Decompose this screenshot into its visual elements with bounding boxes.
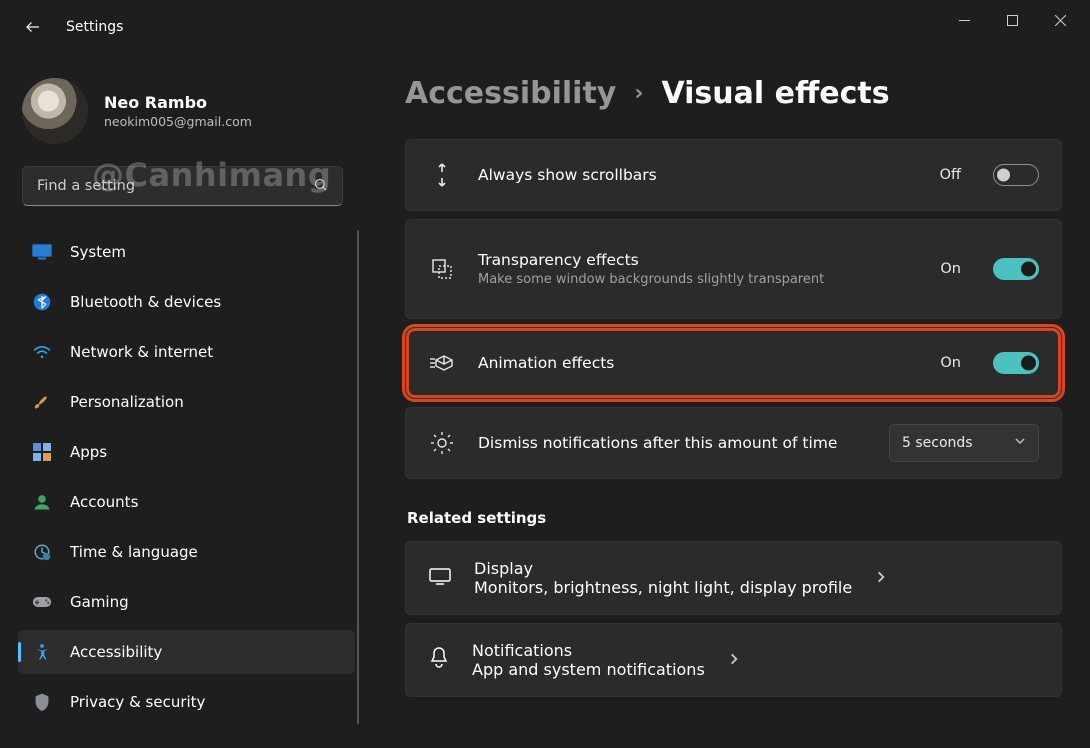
setting-animation: Animation effects On — [405, 327, 1062, 399]
sidebar-item-label: Personalization — [70, 393, 184, 411]
sidebar: Neo Rambo neokim005@gmail.com @Canhimang… — [0, 60, 365, 748]
sidebar-item-label: Apps — [70, 443, 107, 461]
related-display[interactable]: Display Monitors, brightness, night ligh… — [405, 541, 1062, 615]
search-icon — [313, 177, 328, 196]
sidebar-item-label: Privacy & security — [70, 693, 205, 711]
related-notifications[interactable]: Notifications App and system notificatio… — [405, 623, 1062, 697]
toggle-state-label: On — [940, 261, 961, 277]
dismiss-dropdown[interactable]: 5 seconds — [889, 424, 1039, 462]
sidebar-item-label: Time & language — [70, 543, 198, 561]
maximize-button[interactable] — [1002, 10, 1022, 30]
user-email: neokim005@gmail.com — [104, 114, 252, 129]
sidebar-item-gaming[interactable]: Gaming — [18, 580, 355, 624]
app-header: Settings — [22, 16, 123, 38]
close-button[interactable] — [1050, 10, 1070, 30]
app-title: Settings — [66, 19, 123, 35]
sidebar-item-privacy[interactable]: Privacy & security — [18, 680, 355, 724]
brightness-icon — [428, 429, 456, 457]
user-block[interactable]: Neo Rambo neokim005@gmail.com — [0, 70, 365, 166]
animation-icon — [428, 349, 456, 377]
setting-title: Animation effects — [478, 354, 918, 372]
link-desc: Monitors, brightness, night light, displ… — [474, 578, 852, 597]
nav: System Bluetooth & devices Network & int… — [0, 226, 365, 724]
avatar — [22, 78, 88, 144]
back-button[interactable] — [22, 16, 44, 38]
sidebar-item-apps[interactable]: Apps — [18, 430, 355, 474]
minimize-button[interactable] — [954, 10, 974, 30]
chevron-right-icon — [874, 569, 888, 588]
sidebar-item-personalization[interactable]: Personalization — [18, 380, 355, 424]
apps-icon — [32, 442, 52, 462]
sidebar-item-label: Accessibility — [70, 643, 162, 661]
link-desc: App and system notifications — [472, 660, 705, 679]
sidebar-item-system[interactable]: System — [18, 230, 355, 274]
setting-title: Always show scrollbars — [478, 166, 918, 184]
gamepad-icon — [32, 592, 52, 612]
monitor-icon — [32, 242, 52, 262]
scrollbars-icon — [428, 161, 456, 189]
sidebar-item-accounts[interactable]: Accounts — [18, 480, 355, 524]
sidebar-item-label: Bluetooth & devices — [70, 293, 221, 311]
window-controls — [954, 0, 1090, 40]
setting-text: Animation effects — [478, 354, 918, 372]
sidebar-item-accessibility[interactable]: Accessibility — [18, 630, 355, 674]
wifi-icon — [32, 342, 52, 362]
sidebar-item-label: Network & internet — [70, 343, 213, 361]
search-box[interactable] — [22, 166, 343, 206]
transparency-icon — [428, 255, 456, 283]
setting-text: Always show scrollbars — [478, 166, 918, 184]
chevron-down-icon — [1014, 435, 1026, 451]
toggle-state-label: On — [940, 355, 961, 371]
brush-icon — [32, 392, 52, 412]
person-icon — [32, 492, 52, 512]
display-icon — [428, 566, 452, 590]
transparency-toggle[interactable] — [993, 258, 1039, 280]
sidebar-item-bluetooth[interactable]: Bluetooth & devices — [18, 280, 355, 324]
bell-icon — [428, 646, 450, 674]
search-container — [0, 166, 365, 226]
user-name: Neo Rambo — [104, 93, 252, 112]
main-content: Accessibility › Visual effects Always sh… — [405, 60, 1090, 748]
setting-scrollbars: Always show scrollbars Off — [405, 139, 1062, 211]
sidebar-item-label: Gaming — [70, 593, 129, 611]
toggle-state-label: Off — [940, 167, 961, 183]
chevron-right-icon: › — [634, 81, 643, 106]
link-title: Notifications — [472, 641, 705, 660]
sidebar-item-network[interactable]: Network & internet — [18, 330, 355, 374]
user-text: Neo Rambo neokim005@gmail.com — [104, 93, 252, 129]
setting-transparency: Transparency effects Make some window ba… — [405, 219, 1062, 319]
shield-icon — [32, 692, 52, 712]
clock-globe-icon — [32, 542, 52, 562]
setting-desc: Make some window backgrounds slightly tr… — [478, 272, 918, 287]
setting-text: Dismiss notifications after this amount … — [478, 434, 867, 452]
accessibility-icon — [32, 642, 52, 662]
link-text: Notifications App and system notificatio… — [472, 641, 705, 679]
setting-text: Transparency effects Make some window ba… — [478, 251, 918, 287]
animation-toggle[interactable] — [993, 352, 1039, 374]
setting-title: Transparency effects — [478, 251, 918, 269]
setting-dismiss: Dismiss notifications after this amount … — [405, 407, 1062, 479]
dropdown-value: 5 seconds — [902, 435, 973, 451]
breadcrumb-parent[interactable]: Accessibility — [405, 76, 616, 111]
chevron-right-icon — [727, 651, 741, 670]
link-text: Display Monitors, brightness, night ligh… — [474, 559, 852, 597]
bluetooth-icon — [32, 292, 52, 312]
breadcrumb: Accessibility › Visual effects — [405, 76, 1062, 111]
sidebar-item-label: Accounts — [70, 493, 138, 511]
scrollbars-toggle[interactable] — [993, 164, 1039, 186]
sidebar-item-label: System — [70, 243, 126, 261]
search-input[interactable] — [37, 178, 313, 194]
breadcrumb-current: Visual effects — [661, 76, 889, 111]
link-title: Display — [474, 559, 852, 578]
related-heading: Related settings — [407, 509, 1062, 527]
setting-title: Dismiss notifications after this amount … — [478, 434, 867, 452]
sidebar-item-time-language[interactable]: Time & language — [18, 530, 355, 574]
